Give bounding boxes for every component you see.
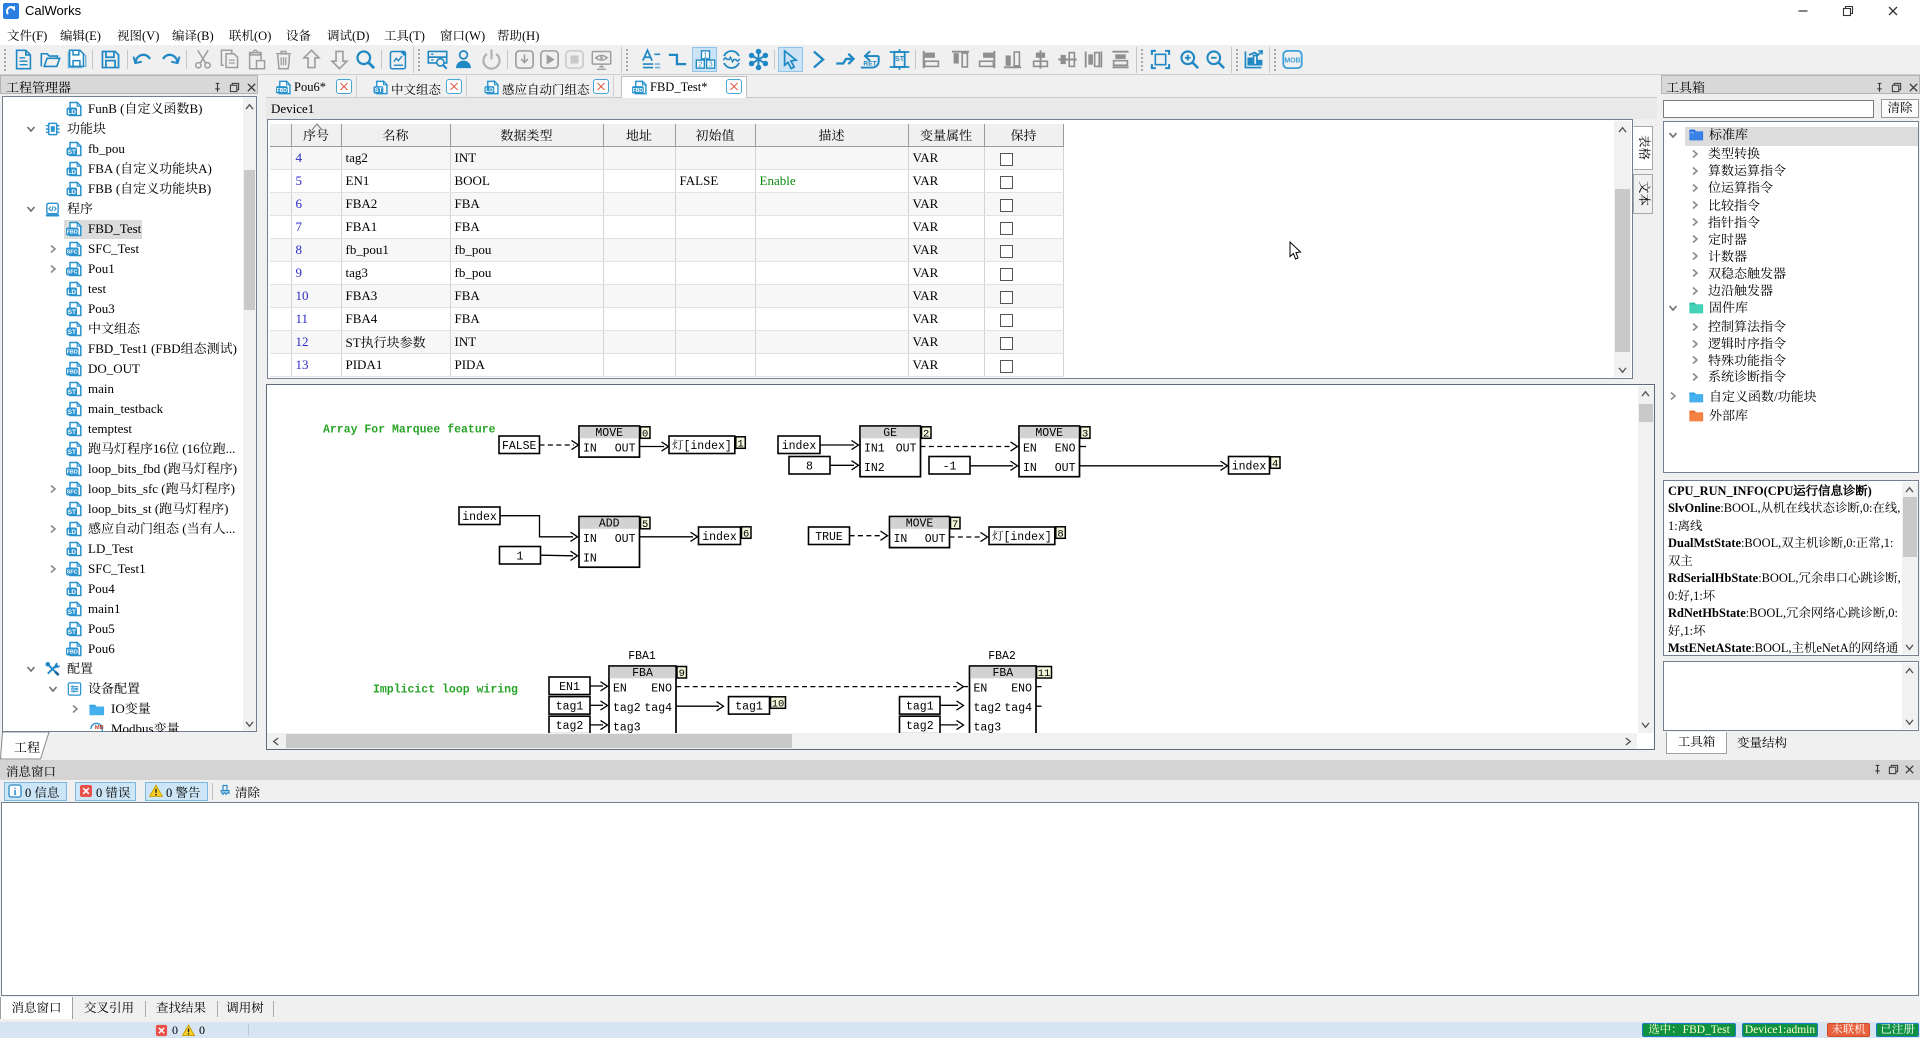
svg-text:IN: IN bbox=[583, 533, 597, 546]
svg-text:IN: IN bbox=[894, 533, 908, 546]
svg-text:tag3: tag3 bbox=[613, 722, 641, 733]
svg-text:FBA: FBA bbox=[992, 667, 1013, 680]
svg-text:tag1: tag1 bbox=[735, 701, 763, 714]
svg-text:10: 10 bbox=[772, 698, 785, 710]
svg-text:FBA2: FBA2 bbox=[988, 650, 1016, 663]
svg-text:MOVE: MOVE bbox=[595, 427, 623, 440]
svg-text:IN: IN bbox=[583, 443, 597, 456]
svg-text:index: index bbox=[782, 440, 817, 453]
svg-text:IN: IN bbox=[583, 553, 597, 566]
svg-text:4: 4 bbox=[1272, 458, 1278, 470]
svg-text:8: 8 bbox=[806, 460, 813, 473]
svg-text:OUT: OUT bbox=[925, 533, 946, 546]
svg-text:1: 1 bbox=[517, 551, 524, 564]
svg-text:tag1: tag1 bbox=[556, 701, 584, 714]
svg-text:IN1: IN1 bbox=[864, 443, 885, 456]
svg-text:OUT: OUT bbox=[1055, 462, 1076, 475]
svg-text:tag1: tag1 bbox=[906, 701, 934, 714]
svg-text:index: index bbox=[702, 531, 737, 544]
svg-text:ENO: ENO bbox=[1055, 443, 1076, 456]
svg-text:EN: EN bbox=[613, 683, 627, 696]
svg-text:EN: EN bbox=[1023, 443, 1037, 456]
svg-text:tag3: tag3 bbox=[974, 722, 1002, 733]
svg-text:6: 6 bbox=[743, 528, 749, 540]
svg-text:FBA1: FBA1 bbox=[628, 650, 656, 663]
svg-text:tag2: tag2 bbox=[974, 702, 1002, 715]
svg-text:8: 8 bbox=[1057, 528, 1063, 540]
svg-text:0: 0 bbox=[642, 428, 648, 440]
svg-text:ENO: ENO bbox=[1011, 683, 1032, 696]
svg-text:tag4: tag4 bbox=[644, 702, 672, 715]
svg-text:2: 2 bbox=[923, 428, 929, 440]
svg-text:MOVE: MOVE bbox=[906, 518, 934, 531]
svg-text:ADD: ADD bbox=[599, 518, 620, 531]
svg-text:FALSE: FALSE bbox=[502, 440, 537, 453]
svg-text:EN1: EN1 bbox=[559, 681, 580, 694]
svg-text:5: 5 bbox=[642, 519, 648, 531]
svg-text:tag2: tag2 bbox=[613, 702, 641, 715]
svg-text:Array For Marquee feature: Array For Marquee feature bbox=[323, 424, 496, 437]
svg-text:MOVE: MOVE bbox=[1035, 427, 1063, 440]
svg-text:OUT: OUT bbox=[615, 533, 636, 546]
svg-text:tag4: tag4 bbox=[1004, 702, 1032, 715]
svg-text:OUT: OUT bbox=[896, 443, 917, 456]
svg-text:7: 7 bbox=[952, 519, 958, 531]
svg-text:index: index bbox=[462, 511, 497, 524]
svg-text:GE: GE bbox=[883, 427, 897, 440]
svg-text:-1: -1 bbox=[943, 460, 957, 473]
svg-text:9: 9 bbox=[679, 668, 685, 680]
svg-text:OUT: OUT bbox=[615, 443, 636, 456]
svg-text:EN: EN bbox=[974, 683, 988, 696]
svg-text:灯[index]: 灯[index] bbox=[992, 530, 1052, 544]
svg-text:Implicict loop wiring: Implicict loop wiring bbox=[373, 684, 518, 697]
svg-text:11: 11 bbox=[1038, 668, 1051, 680]
svg-text:IN2: IN2 bbox=[864, 462, 885, 475]
svg-text:3: 3 bbox=[1082, 428, 1088, 440]
svg-text:FBA: FBA bbox=[632, 667, 653, 680]
svg-text:tag2: tag2 bbox=[556, 720, 584, 733]
svg-text:IN: IN bbox=[1023, 462, 1037, 475]
svg-text:tag2: tag2 bbox=[906, 720, 934, 733]
svg-text:TRUE: TRUE bbox=[815, 531, 843, 544]
svg-text:ENO: ENO bbox=[651, 683, 672, 696]
svg-text:index: index bbox=[1232, 460, 1267, 473]
svg-text:灯[index]: 灯[index] bbox=[672, 439, 732, 453]
svg-text:1: 1 bbox=[737, 438, 743, 450]
